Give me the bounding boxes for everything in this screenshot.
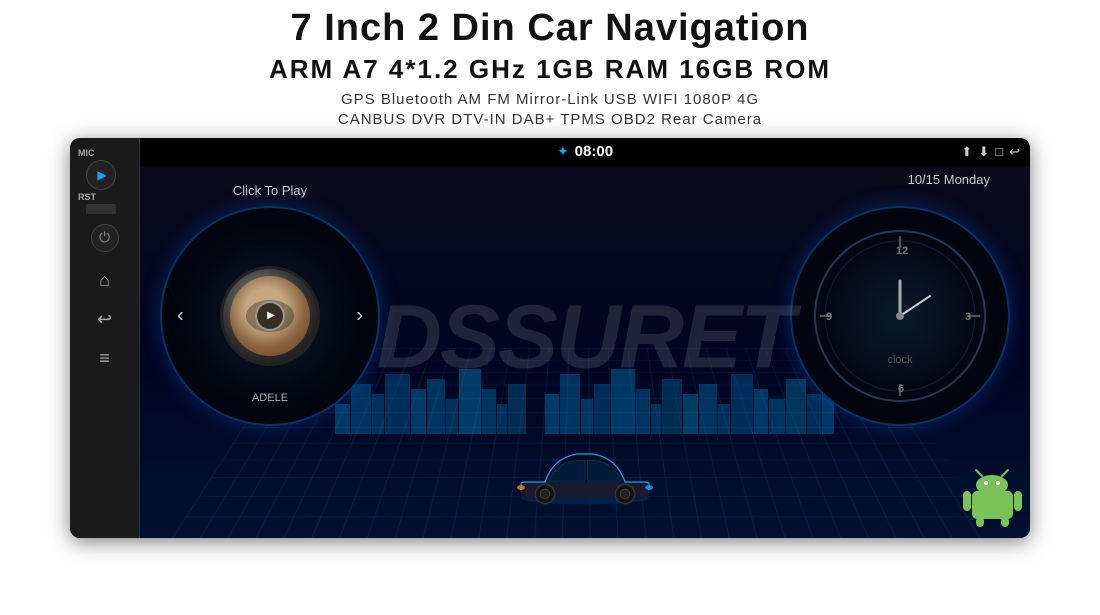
car-svg (505, 434, 665, 514)
clock-dashboard: 12 3 6 9 clock (790, 206, 1010, 426)
album-art[interactable] (220, 266, 320, 366)
play-center-button[interactable] (255, 301, 285, 331)
status-right: ⬆ ⬇ □ ↩ (961, 144, 1020, 160)
center-car (505, 434, 665, 519)
left-top-controls: MIC RST (70, 148, 139, 216)
android-logo (960, 463, 1025, 533)
play-button[interactable] (86, 160, 116, 190)
clock-face: 12 3 6 9 clock (810, 226, 990, 406)
screen-content: Click To Play ‹ › ADELE 10/15 Monday (140, 166, 1030, 538)
mic-label: MIC (78, 148, 95, 158)
rst-label: RST (78, 192, 96, 202)
status-center: ✦ 08:00 (557, 143, 613, 160)
features-line2: CANBUS DVR DTV-IN DAB+ TPMS OBD2 Rear Ca… (0, 111, 1100, 128)
click-to-play-label[interactable]: Click To Play (233, 183, 307, 198)
device-container: MIC RST ⌂ ↩ ≡ DSSURET (70, 138, 1030, 538)
clock-svg: 12 3 6 9 (810, 226, 990, 406)
window-icon: □ (995, 144, 1003, 159)
rst-button[interactable] (86, 204, 116, 214)
city-skyline (335, 364, 835, 434)
next-button[interactable]: › (356, 304, 363, 327)
svg-text:6: 6 (898, 383, 904, 395)
clock-label: clock (887, 354, 912, 366)
specs-line: ARM A7 4*1.2 GHz 1GB RAM 16GB ROM (0, 54, 1100, 85)
menu-icon[interactable]: ≡ (99, 348, 110, 369)
prev-button[interactable]: ‹ (177, 304, 184, 327)
main-title: 7 Inch 2 Din Car Navigation (0, 8, 1100, 50)
svg-text:9: 9 (826, 311, 832, 323)
date-text: 10/15 Monday (908, 172, 990, 187)
page-wrapper: 7 Inch 2 Din Car Navigation ARM A7 4*1.2… (0, 0, 1100, 615)
svg-text:3: 3 (965, 311, 971, 323)
time-display: 08:00 (575, 143, 613, 160)
date-display: 10/15 Monday (908, 171, 990, 187)
left-nav-icons: ⌂ ↩ ≡ (97, 270, 112, 369)
screen: DSSURET ✦ 08:00 ⬆ ⬇ □ ↩ (140, 138, 1030, 538)
bluetooth-icon: ✦ (557, 143, 569, 160)
svg-text:12: 12 (896, 245, 908, 257)
car-unit: MIC RST ⌂ ↩ ≡ DSSURET (70, 138, 1030, 538)
home-icon[interactable]: ⌂ (99, 270, 110, 291)
music-dashboard: Click To Play ‹ › ADELE (160, 206, 380, 426)
signal-up-icon: ⬆ (961, 144, 972, 160)
left-panel: MIC RST ⌂ ↩ ≡ (70, 138, 140, 538)
header-section: 7 Inch 2 Din Car Navigation ARM A7 4*1.2… (0, 0, 1100, 128)
artist-name: ADELE (252, 392, 288, 404)
return-icon: ↩ (1009, 144, 1020, 160)
power-button[interactable] (91, 224, 119, 252)
back-icon[interactable]: ↩ (97, 309, 112, 330)
status-bar: ✦ 08:00 ⬆ ⬇ □ ↩ (140, 138, 1030, 166)
signal-down-icon: ⬇ (978, 144, 989, 160)
android-svg (960, 463, 1025, 528)
features-line1: GPS Bluetooth AM FM Mirror-Link USB WIFI… (0, 91, 1100, 108)
